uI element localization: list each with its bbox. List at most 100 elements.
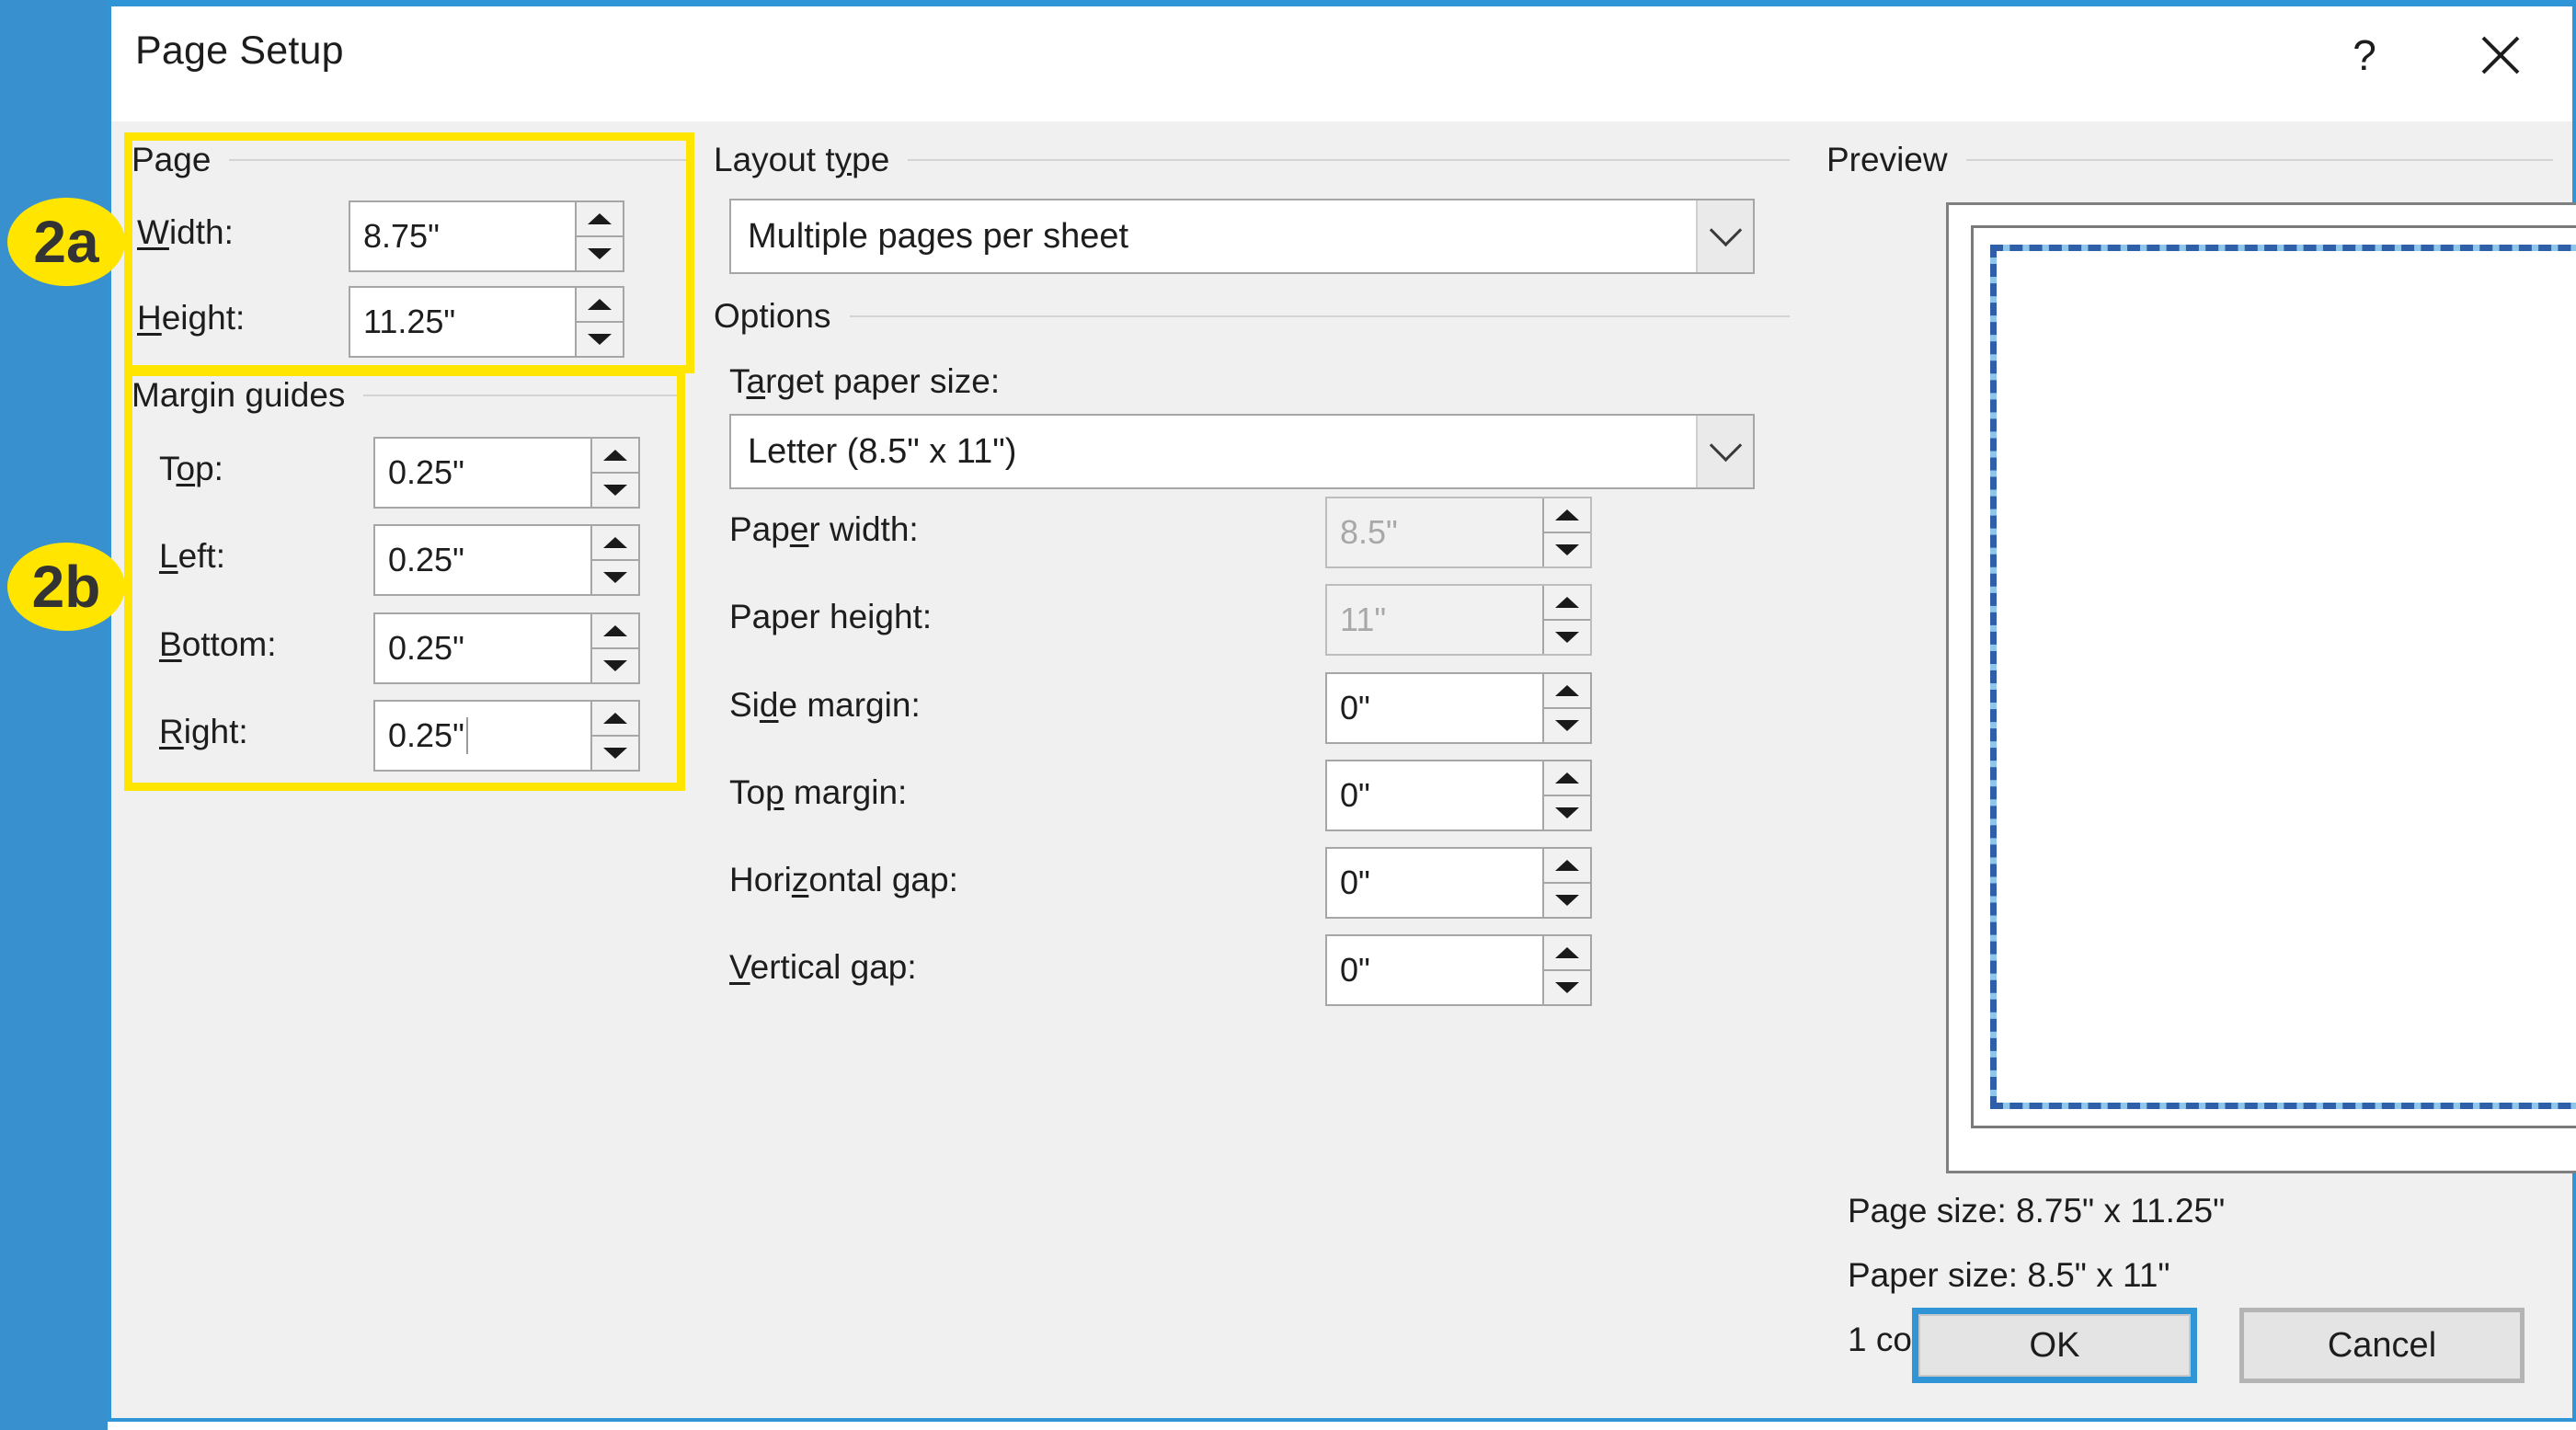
- caret-down-icon: [1555, 982, 1579, 993]
- paper-width-label: Paper width:: [729, 510, 919, 548]
- ok-button-inner: OK: [1918, 1314, 2191, 1377]
- horizontal-gap-decrement-button[interactable]: [1544, 884, 1590, 917]
- text-caret: [465, 717, 468, 754]
- caret-down-icon: [588, 334, 612, 345]
- vertical-gap-decrement-button[interactable]: [1544, 971, 1590, 1004]
- help-button[interactable]: ?: [2320, 16, 2409, 95]
- margin-right-decrement-button[interactable]: [592, 737, 638, 770]
- margin-top-input[interactable]: 0.25": [375, 439, 590, 507]
- margin-top-spin-buttons: [590, 439, 638, 507]
- cancel-button[interactable]: Cancel: [2239, 1308, 2524, 1383]
- margin-bottom-stepper[interactable]: 0.25": [373, 612, 640, 684]
- close-button[interactable]: [2456, 16, 2545, 95]
- caret-down-icon: [603, 660, 627, 671]
- caret-up-icon: [588, 299, 612, 310]
- margin-right-stepper[interactable]: 0.25": [373, 700, 640, 772]
- options-group-label: Options: [714, 297, 831, 335]
- page-height-decrement-button[interactable]: [577, 323, 623, 356]
- caret-up-icon: [603, 450, 627, 461]
- top-margin-label: Top:: [159, 450, 223, 487]
- target-paper-size-dropdown-button[interactable]: [1696, 416, 1753, 487]
- vertical-gap-spin-buttons: [1542, 936, 1590, 1004]
- top-margin-increment-button[interactable]: [1544, 761, 1590, 796]
- target-paper-size-label: Target paper size:: [729, 362, 1001, 400]
- preview-margin-guide: [1990, 245, 2576, 1109]
- margin-left-increment-button[interactable]: [592, 526, 638, 561]
- caret-up-icon: [1555, 685, 1579, 696]
- margin-left-input[interactable]: 0.25": [375, 526, 590, 594]
- horizontal-gap-increment-button[interactable]: [1544, 849, 1590, 884]
- page-height-input[interactable]: 11.25": [350, 288, 575, 356]
- side-margin-increment-button[interactable]: [1544, 674, 1590, 709]
- side-margin-input[interactable]: 0": [1327, 674, 1542, 742]
- page-width-input[interactable]: 8.75": [350, 202, 575, 270]
- callout-badge-2b: 2b: [7, 543, 125, 631]
- paper-width-increment-button: [1544, 498, 1590, 533]
- page-group-header: Page: [132, 141, 693, 178]
- horizontal-gap-input[interactable]: 0": [1327, 849, 1542, 917]
- page-height-increment-button[interactable]: [577, 288, 623, 323]
- preview-page-content-area: [1997, 251, 2576, 1103]
- cancel-button-inner: Cancel: [2244, 1312, 2520, 1379]
- top-margin-decrement-button[interactable]: [1544, 796, 1590, 829]
- caret-up-icon: [1555, 772, 1579, 784]
- caret-up-icon: [1555, 509, 1579, 521]
- margin-bottom-input[interactable]: 0.25": [375, 614, 590, 682]
- caret-up-icon: [1555, 860, 1579, 871]
- side-margin-label: Side margin:: [729, 686, 921, 724]
- layout-type-group-header: Layout type: [714, 141, 1790, 178]
- horizontal-gap-stepper[interactable]: 0": [1325, 847, 1592, 919]
- layout-type-select[interactable]: Multiple pages per sheet: [729, 199, 1755, 274]
- caret-up-icon: [603, 625, 627, 636]
- margin-top-increment-button[interactable]: [592, 439, 638, 474]
- ok-button-label: OK: [2029, 1325, 2080, 1365]
- margin-left-stepper[interactable]: 0.25": [373, 524, 640, 596]
- page-width-increment-button[interactable]: [577, 202, 623, 237]
- caret-down-icon: [1555, 720, 1579, 731]
- vertical-gap-input[interactable]: 0": [1327, 936, 1542, 1004]
- margin-top-stepper[interactable]: 0.25": [373, 437, 640, 509]
- vertical-gap-increment-button[interactable]: [1544, 936, 1590, 971]
- group-rule: [908, 159, 1790, 161]
- vertical-gap-stepper[interactable]: 0": [1325, 934, 1592, 1006]
- horizontal-gap-spin-buttons: [1542, 849, 1590, 917]
- layout-type-dropdown-button[interactable]: [1696, 200, 1753, 272]
- side-margin-stepper[interactable]: 0": [1325, 672, 1592, 744]
- page-width-decrement-button[interactable]: [577, 237, 623, 270]
- dialog-titlebar: Page Setup ?: [111, 6, 2572, 121]
- margin-top-decrement-button[interactable]: [592, 474, 638, 507]
- target-paper-size-value: Letter (8.5" x 11"): [748, 431, 1017, 471]
- margin-right-value: 0.25": [388, 716, 464, 754]
- paper-width-input: 8.5": [1327, 498, 1542, 566]
- layout-type-group-label: Layout type: [714, 141, 890, 178]
- ok-button[interactable]: OK: [1912, 1308, 2197, 1383]
- margin-bottom-increment-button[interactable]: [592, 614, 638, 649]
- page-width-stepper[interactable]: 8.75": [349, 200, 624, 272]
- screen: Page Setup ? Page Width: 8.75" Height: 1…: [0, 0, 2576, 1430]
- page-setup-dialog: Page Setup ? Page Width: 8.75" Height: 1…: [108, 0, 2576, 1422]
- paper-height-input: 11": [1327, 586, 1542, 654]
- caret-up-icon: [603, 713, 627, 724]
- margin-right-input[interactable]: 0.25": [375, 702, 590, 770]
- target-paper-size-select[interactable]: Letter (8.5" x 11"): [729, 414, 1755, 489]
- margin-left-decrement-button[interactable]: [592, 561, 638, 594]
- dialog-body: Page Width: 8.75" Height: 11.25" Margin …: [111, 121, 2576, 1418]
- caret-up-icon: [1555, 947, 1579, 958]
- paper-width-spin-buttons: [1542, 498, 1590, 566]
- page-height-stepper[interactable]: 11.25": [349, 286, 624, 358]
- callout-badge-2a: 2a: [7, 198, 125, 286]
- page-width-spin-buttons: [575, 202, 623, 270]
- caret-down-icon: [603, 748, 627, 759]
- margin-right-spin-buttons: [590, 702, 638, 770]
- margin-bottom-decrement-button[interactable]: [592, 649, 638, 682]
- top-margin-input[interactable]: 0": [1327, 761, 1542, 829]
- cancel-button-label: Cancel: [2327, 1325, 2437, 1365]
- margin-guides-group-label: Margin guides: [132, 376, 346, 414]
- layout-type-value: Multiple pages per sheet: [748, 216, 1129, 256]
- top-margin-stepper[interactable]: 0": [1325, 760, 1592, 831]
- side-margin-decrement-button[interactable]: [1544, 709, 1590, 742]
- margin-bottom-spin-buttons: [590, 614, 638, 682]
- paper-height-decrement-button: [1544, 621, 1590, 654]
- margin-right-increment-button[interactable]: [592, 702, 638, 737]
- question-mark-icon: ?: [2353, 31, 2376, 79]
